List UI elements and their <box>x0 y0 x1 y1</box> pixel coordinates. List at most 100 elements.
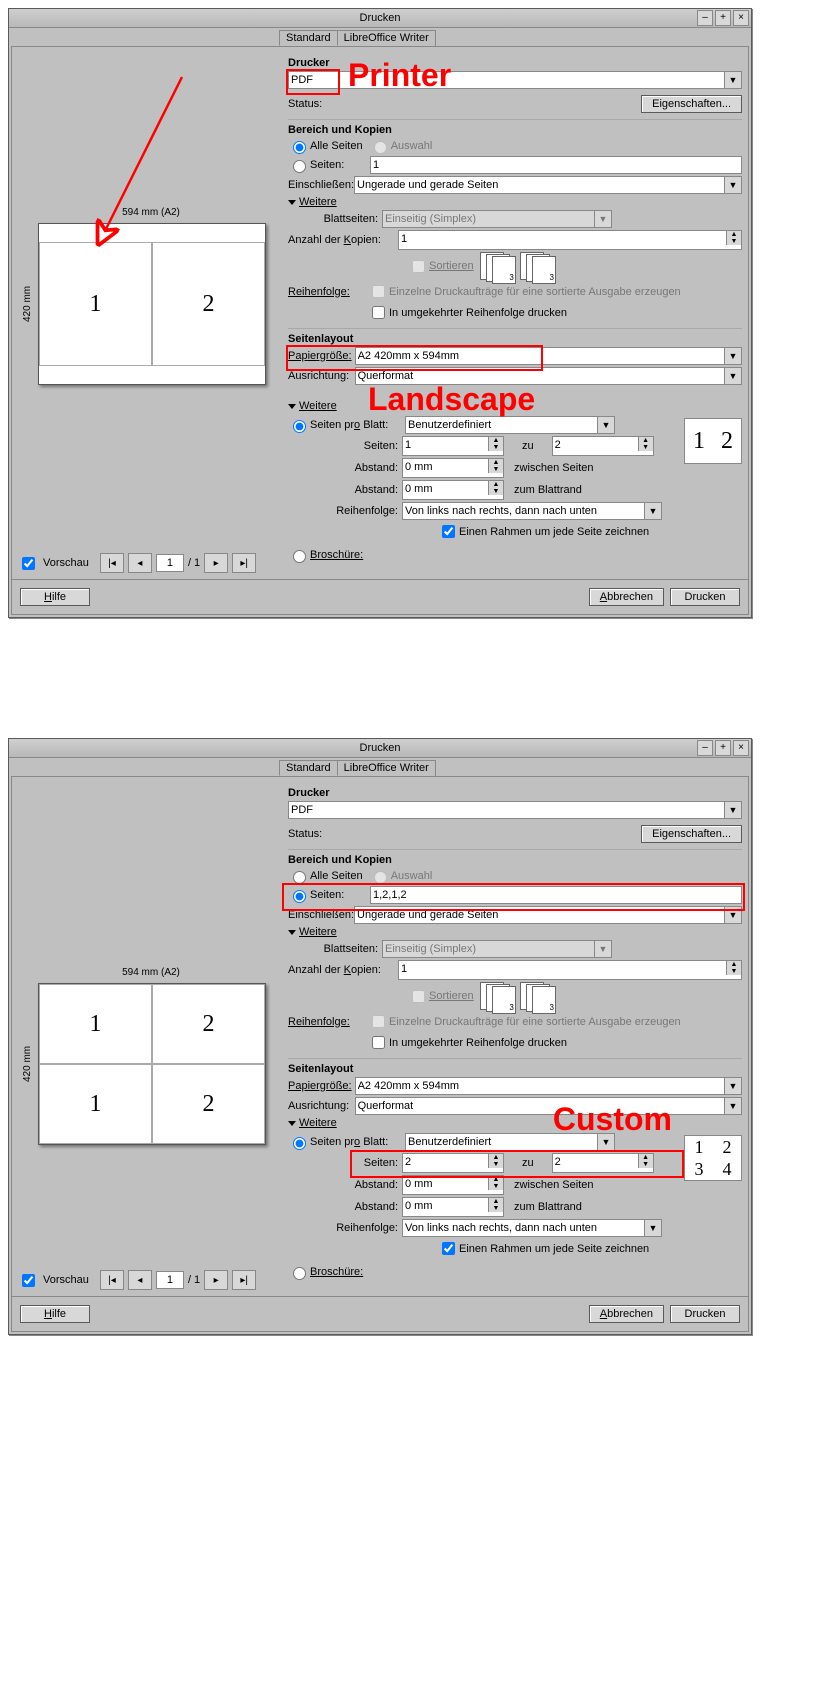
gap-between-text: zwischen Seiten <box>504 462 594 474</box>
minimize-icon[interactable]: – <box>697 10 713 26</box>
gap-margin-spinner[interactable]: ▲▼ <box>402 480 504 500</box>
page-order-select[interactable]: ▼ <box>402 502 662 520</box>
title: Drucken <box>360 12 401 24</box>
properties-button[interactable]: Eigenschaften... <box>641 95 742 113</box>
page-number-input[interactable] <box>156 554 184 572</box>
reverse-order-checkbox[interactable] <box>372 306 385 319</box>
preview-checkbox[interactable] <box>22 557 35 570</box>
nav-last-icon[interactable]: ▸| <box>232 553 256 573</box>
order-label: Reihenfolge: <box>288 286 368 298</box>
pages-label: Seiten: <box>310 889 370 901</box>
nup-thumbnail: 12 34 <box>684 1135 742 1181</box>
reverse-order-label: In umgekehrter Reihenfolge drucken <box>389 1037 567 1049</box>
preview-label: Vorschau <box>43 557 89 569</box>
nav-next-icon[interactable]: ▸ <box>204 1270 228 1290</box>
preview-cell: 1 <box>39 984 152 1064</box>
tab-standard[interactable]: Standard <box>279 760 338 776</box>
layout-more-toggle[interactable]: Weitere <box>299 1117 337 1129</box>
nav-next-icon[interactable]: ▸ <box>204 553 228 573</box>
nup-rows-spinner[interactable]: ▲▼ <box>552 1153 654 1173</box>
separate-jobs-label: Einzelne Druckaufträge für eine sortiert… <box>389 1016 681 1028</box>
tab-writer[interactable]: LibreOffice Writer <box>337 30 436 46</box>
gap-between-spinner[interactable]: ▲▼ <box>402 458 504 478</box>
collate-icon: 123 <box>480 982 514 1010</box>
status-label: Status: <box>288 828 402 840</box>
close-icon[interactable]: × <box>733 10 749 26</box>
reverse-order-checkbox[interactable] <box>372 1036 385 1049</box>
print-button[interactable]: Drucken <box>670 588 740 606</box>
frame-label: Einen Rahmen um jede Seite zeichnen <box>459 1243 649 1255</box>
nav-prev-icon[interactable]: ◂ <box>128 1270 152 1290</box>
collate-icon: 123 <box>480 252 514 280</box>
radio-all-pages[interactable] <box>293 871 306 884</box>
preview-cell: 2 <box>152 242 265 366</box>
help-button[interactable]: Hilfe <box>20 1305 90 1323</box>
chevron-down-icon[interactable]: ▼ <box>724 176 742 194</box>
gap-between-spinner[interactable]: ▲▼ <box>402 1175 504 1195</box>
maximize-icon[interactable]: + <box>715 740 731 756</box>
orientation-select[interactable]: ▼ <box>355 367 742 385</box>
titlebar[interactable]: Drucken – + × <box>9 739 751 758</box>
tab-standard[interactable]: Standard <box>279 30 338 46</box>
nav-first-icon[interactable]: |◂ <box>100 1270 124 1290</box>
radio-pages[interactable] <box>293 160 306 173</box>
gap-margin-label: Abstand: <box>288 1201 402 1213</box>
include-select[interactable]: ▼ <box>354 176 742 194</box>
nav-prev-icon[interactable]: ◂ <box>128 553 152 573</box>
printer-select[interactable]: ▼ <box>288 71 742 89</box>
pages-per-sheet-select[interactable]: ▼ <box>405 416 615 434</box>
print-button[interactable]: Drucken <box>670 1305 740 1323</box>
help-button[interactable]: Hilfe <box>20 588 90 606</box>
range-more-toggle[interactable]: Weitere <box>299 926 337 938</box>
page-total: / 1 <box>188 557 200 569</box>
include-select[interactable]: ▼ <box>354 906 742 924</box>
section-range: Bereich und Kopien <box>288 849 742 866</box>
close-icon[interactable]: × <box>733 740 749 756</box>
radio-brochure[interactable] <box>293 1267 306 1280</box>
cancel-button[interactable]: Abbrechen <box>589 588 664 606</box>
preview-checkbox[interactable] <box>22 1274 35 1287</box>
page-number-input[interactable] <box>156 1271 184 1289</box>
orientation-select[interactable]: ▼ <box>355 1097 742 1115</box>
minimize-icon[interactable]: – <box>697 740 713 756</box>
preview-sheet: 1 2 1 2 <box>38 983 266 1145</box>
titlebar[interactable]: Drucken – + × <box>9 9 751 28</box>
nav-last-icon[interactable]: ▸| <box>232 1270 256 1290</box>
tab-writer[interactable]: LibreOffice Writer <box>337 760 436 776</box>
pages-label: Seiten: <box>310 159 370 171</box>
nup-cols-spinner[interactable]: ▲▼ <box>402 436 504 456</box>
frame-checkbox[interactable] <box>442 525 455 538</box>
copies-spinner[interactable]: ▲▼ <box>398 230 742 250</box>
chevron-down-icon[interactable]: ▼ <box>724 801 742 819</box>
radio-pages-per-sheet[interactable] <box>293 420 306 433</box>
paper-size-select[interactable]: ▼ <box>355 347 742 365</box>
all-pages-label: Alle Seiten <box>310 870 363 882</box>
radio-brochure[interactable] <box>293 550 306 563</box>
radio-pages-per-sheet[interactable] <box>293 1137 306 1150</box>
gap-margin-spinner[interactable]: ▲▼ <box>402 1197 504 1217</box>
radio-pages[interactable] <box>293 890 306 903</box>
layout-more-toggle[interactable]: Weitere <box>299 400 337 412</box>
nup-cols-spinner[interactable]: ▲▼ <box>402 1153 504 1173</box>
nup-rows-spinner[interactable]: ▲▼ <box>552 436 654 456</box>
properties-button[interactable]: Eigenschaften... <box>641 825 742 843</box>
printer-select[interactable]: ▼ <box>288 801 742 819</box>
sheets-label: Blattseiten: <box>288 943 382 955</box>
maximize-icon[interactable]: + <box>715 10 731 26</box>
nav-first-icon[interactable]: |◂ <box>100 553 124 573</box>
gap-margin-text: zum Blattrand <box>504 484 582 496</box>
cancel-button[interactable]: Abbrechen <box>589 1305 664 1323</box>
pages-per-sheet-select[interactable]: ▼ <box>405 1133 615 1151</box>
order-label: Reihenfolge: <box>288 1016 368 1028</box>
frame-checkbox[interactable] <box>442 1242 455 1255</box>
pages-input[interactable] <box>370 156 742 174</box>
pages-input[interactable] <box>370 886 742 904</box>
page-order-select[interactable]: ▼ <box>402 1219 662 1237</box>
range-more-toggle[interactable]: Weitere <box>299 196 337 208</box>
preview-pane: 594 mm (A2) 420 mm 1 2 Vorschau |◂ <box>12 47 286 579</box>
chevron-down-icon[interactable]: ▼ <box>724 71 742 89</box>
copies-spinner[interactable]: ▲▼ <box>398 960 742 980</box>
paper-size-select[interactable]: ▼ <box>355 1077 742 1095</box>
sheets-select: ▼ <box>382 940 612 958</box>
radio-all-pages[interactable] <box>293 141 306 154</box>
